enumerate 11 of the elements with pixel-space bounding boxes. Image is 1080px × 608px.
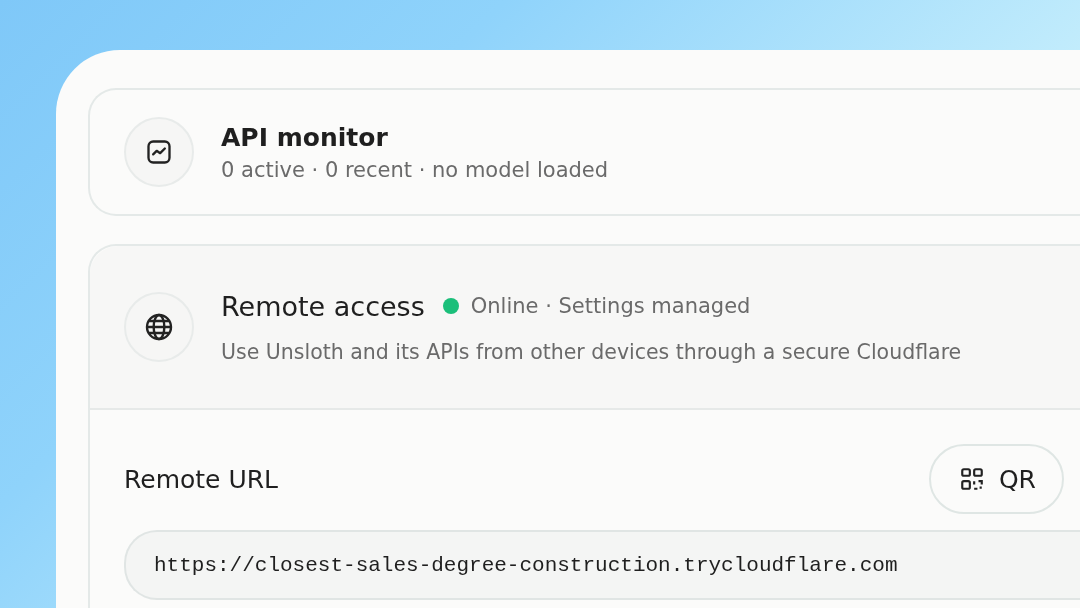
qr-code-icon <box>958 466 985 492</box>
url-field[interactable]: https://closest-sales-degree-construction.trycloudflare.com <box>124 530 1080 600</box>
description: Use Unsloth and its APIs from other devices through a secure Cloudflare <box>221 339 962 364</box>
card-title: Remote access <box>221 290 425 322</box>
globe-icon <box>143 311 175 343</box>
status-text: Online · Settings managed <box>470 294 751 318</box>
card-title: API monitor <box>221 122 389 152</box>
qr-button[interactable]: QR <box>928 444 1064 514</box>
status-summary: 0 active · 0 recent · no model loaded <box>221 157 609 182</box>
section-label: Remote URL <box>124 464 278 494</box>
chart-icon <box>145 138 173 166</box>
